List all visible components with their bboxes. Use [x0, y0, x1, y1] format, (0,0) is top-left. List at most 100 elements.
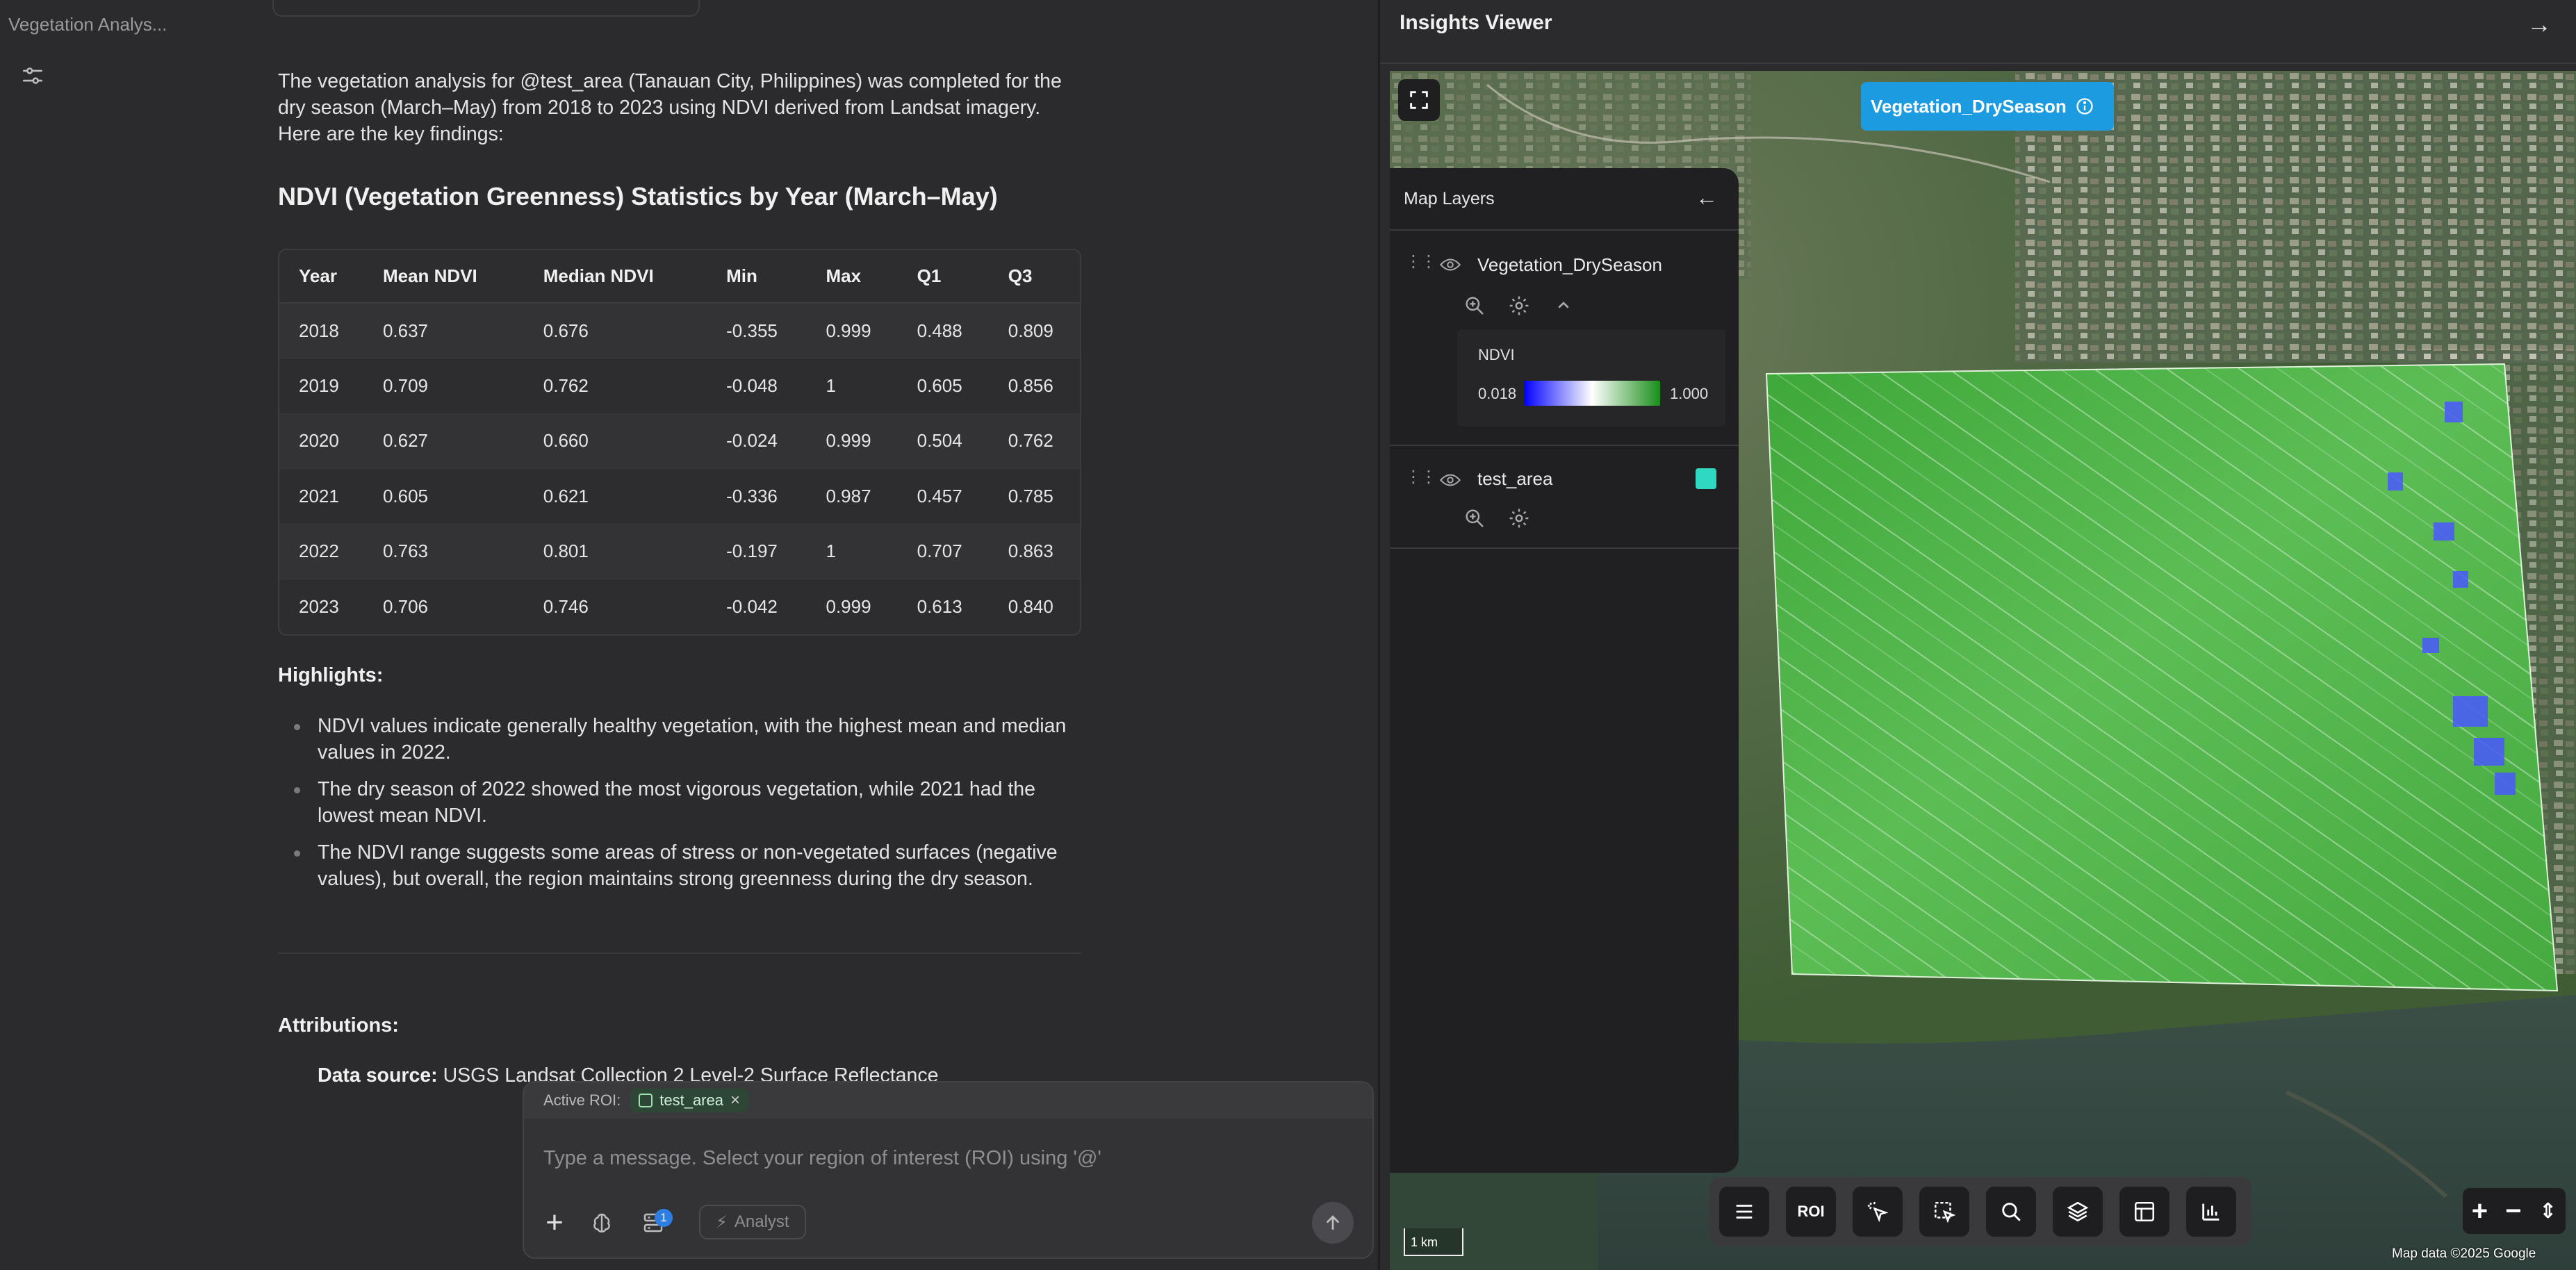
attribution-label: Data source:	[318, 1064, 438, 1087]
compass-icon[interactable]: ⇕	[2539, 1199, 2557, 1223]
table-cell: 0.660	[523, 413, 707, 469]
table-cell: 1	[806, 358, 898, 413]
visibility-eye-icon[interactable]	[1440, 257, 1461, 272]
table-cell: 0.999	[806, 579, 898, 634]
info-icon	[2076, 98, 2093, 115]
conversation-title[interactable]: Vegetation Analys...	[8, 14, 167, 35]
table-row: 2023 0.706 0.746 -0.042 0.999 0.613 0.840	[279, 579, 1080, 634]
viewer-header: Insights Viewer →	[1380, 0, 2576, 64]
table-cell: 0.709	[363, 358, 524, 413]
table-cell: 2023	[279, 579, 363, 634]
table-cell: 0.637	[363, 302, 524, 358]
left-sidebar: Vegetation Analys...	[0, 0, 264, 1270]
remove-roi-button[interactable]: ×	[730, 1091, 740, 1110]
layers-button[interactable]	[2053, 1187, 2103, 1237]
active-layer-name: Vegetation_DrySeason	[1871, 95, 2067, 117]
list-item: The dry season of 2022 showed the most v…	[278, 776, 1084, 829]
legend-title: NDVI	[1478, 346, 1515, 363]
table-cell: -0.336	[707, 468, 807, 524]
chevron-up-icon[interactable]	[1552, 295, 1575, 317]
message-input[interactable]	[543, 1141, 1349, 1176]
table-cell: 0.863	[988, 523, 1080, 579]
ndvi-stats-table: Year Mean NDVI Median NDVI Min Max Q1 Q3 2018 0…	[278, 249, 1081, 636]
mode-selector-button[interactable]: ⚡ Analyst	[699, 1205, 806, 1239]
active-layer-pill[interactable]: Vegetation_DrySeason	[1861, 82, 2114, 131]
brain-icon[interactable]	[584, 1205, 620, 1241]
layer-item-test-area: ⋮⋮ test_area	[1390, 446, 1739, 549]
list-item: The NDVI range suggests some areas of st…	[278, 839, 1084, 892]
table-cell: 2018	[279, 302, 363, 358]
scale-bar: 1 km	[1404, 1228, 1463, 1256]
table-icon	[2134, 1201, 2155, 1222]
area-select-button[interactable]	[1919, 1187, 1969, 1237]
layers-icon	[2067, 1201, 2089, 1222]
roi-chip-name: test_area	[659, 1091, 723, 1109]
layer-color-swatch[interactable]	[1696, 468, 1716, 489]
table-cell: 0.488	[897, 302, 989, 358]
filter-settings-icon[interactable]	[21, 64, 44, 88]
table-cell: 0.706	[363, 579, 524, 634]
map-layers-panel: Map Layers ← ⋮⋮ Vegetation_DrySeason NDV…	[1390, 168, 1739, 1173]
table-cell: 0.762	[523, 358, 707, 413]
fullscreen-button[interactable]	[1398, 79, 1440, 121]
table-cell: 0.801	[523, 523, 707, 579]
table-header-row: Year Mean NDVI Median NDVI Min Max Q1 Q3	[279, 250, 1080, 304]
layer-settings-gear-icon[interactable]	[1508, 295, 1530, 317]
layers-panel-header: Map Layers ←	[1390, 168, 1739, 231]
zoom-to-layer-icon[interactable]	[1463, 295, 1486, 317]
active-roi-bar: Active ROI: test_area ×	[524, 1082, 1372, 1119]
table-cell: 0.627	[363, 413, 524, 469]
visibility-eye-icon[interactable]	[1440, 472, 1461, 488]
add-attachment-button[interactable]: +	[536, 1205, 573, 1241]
table-cell: 2019	[279, 358, 363, 413]
roi-button[interactable]: ROI	[1786, 1187, 1836, 1237]
table-cell: 0.762	[988, 413, 1080, 469]
table-cell: 0.785	[988, 468, 1080, 524]
table-header-cell: Q1	[897, 250, 989, 304]
table-header-cell: Year	[279, 250, 363, 304]
zoom-to-layer-icon[interactable]	[1463, 507, 1486, 529]
drag-handle-icon[interactable]: ⋮⋮	[1405, 251, 1437, 272]
table-header-cell: Q3	[988, 250, 1080, 304]
selection-box-icon	[1934, 1201, 1956, 1223]
send-button[interactable]	[1312, 1202, 1354, 1244]
zoom-controls: + − ⇕	[2463, 1188, 2566, 1234]
zoom-in-button[interactable]: +	[2472, 1196, 2488, 1227]
zoom-out-button[interactable]: −	[2505, 1196, 2521, 1227]
table-header-cell: Max	[806, 250, 898, 304]
table-cell: 2021	[279, 468, 363, 524]
table-cell: 1	[806, 523, 898, 579]
hamburger-icon	[1736, 1205, 1753, 1219]
table-view-button[interactable]	[2119, 1187, 2169, 1237]
arrow-up-icon	[1327, 1215, 1339, 1230]
table-row: 2021 0.605 0.621 -0.336 0.987 0.457 0.785	[279, 468, 1080, 524]
insights-viewer: Insights Viewer → Vegetation_DrySeason M…	[1380, 0, 2576, 1270]
legend-max: 1.000	[1670, 385, 1709, 402]
roi-chip[interactable]: test_area ×	[630, 1089, 748, 1112]
pointer-select-button[interactable]	[1853, 1187, 1903, 1237]
collapse-arrow-icon[interactable]: ←	[1696, 185, 1718, 211]
search-button[interactable]	[1986, 1187, 2036, 1237]
viewer-title: Insights Viewer	[1400, 11, 1552, 34]
layer-name: test_area	[1477, 468, 1553, 489]
menu-button[interactable]	[1719, 1187, 1769, 1237]
layers-panel-title: Map Layers	[1404, 189, 1495, 208]
chart-button[interactable]	[2186, 1187, 2236, 1237]
close-panel-arrow-icon[interactable]: →	[2527, 10, 2552, 39]
search-icon	[2002, 1203, 2021, 1221]
table-cell: 0.605	[363, 468, 524, 524]
table-cell: 0.746	[523, 579, 707, 634]
bar-chart-icon	[2202, 1203, 2220, 1221]
layer-settings-gear-icon[interactable]	[1508, 507, 1530, 529]
legend-min: 0.018	[1478, 385, 1517, 402]
table-cell: 0.504	[897, 413, 989, 469]
table-row: 2020 0.627 0.660 -0.024 0.999 0.504 0.762	[279, 413, 1080, 469]
map-canvas[interactable]: Vegetation_DrySeason Map Layers ← ⋮⋮ Veg…	[1390, 71, 2576, 1270]
drag-handle-icon[interactable]: ⋮⋮	[1405, 467, 1437, 487]
highlights-list: NDVI values indicate generally healthy v…	[278, 713, 1084, 902]
layer-item-vegetation: ⋮⋮ Vegetation_DrySeason NDVI 0.018 1.000	[1390, 231, 1739, 446]
highlights-title: Highlights:	[278, 664, 384, 686]
table-cell: -0.024	[707, 413, 807, 469]
polygon-icon	[639, 1094, 653, 1107]
previous-message-card	[272, 0, 700, 17]
